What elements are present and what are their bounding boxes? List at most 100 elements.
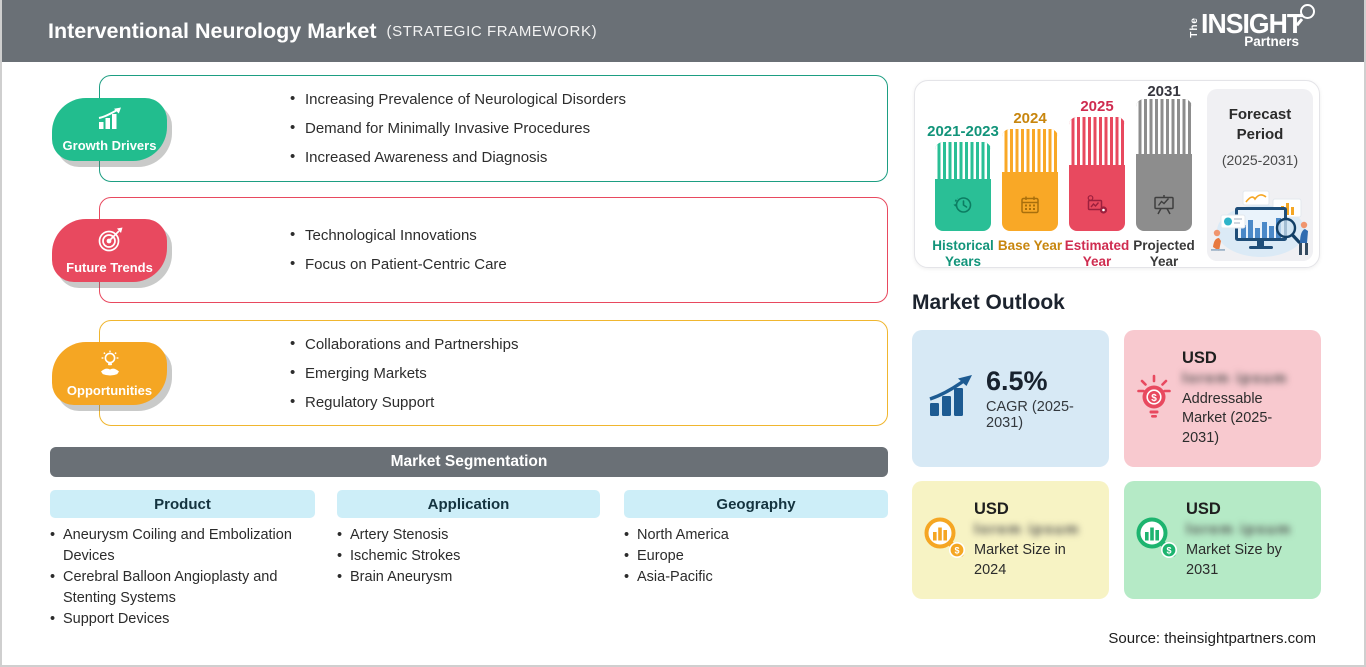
strategic-framework-slide: Interventional Neurology Market (STRATEG… (0, 0, 1366, 667)
projected-year-bar (1136, 99, 1192, 231)
list-item: Focus on Patient-Centric Care (290, 255, 867, 273)
bars-arrow-icon (928, 375, 974, 422)
magnifier-chart-dollar-icon: $ (1132, 514, 1180, 567)
framework-subtitle: (STRATEGIC FRAMEWORK) (386, 22, 598, 40)
list-item: Aneurysm Coiling and Embolization Device… (50, 525, 302, 567)
cagr-text: 6.5% CAGR (2025-2031) (986, 366, 1109, 431)
svg-text:$: $ (1166, 545, 1171, 555)
base-year-bar (1002, 129, 1058, 231)
currency-label: USD (1182, 348, 1217, 367)
opportunities-list: Collaborations and Partnerships Emerging… (290, 321, 867, 425)
logo-main: INSIGHT Partners (1201, 4, 1315, 49)
projected-year-label: Projected Year (1133, 238, 1195, 270)
addressable-market-card: $ USD lorem ipsum Addressable Market (20… (1124, 330, 1321, 467)
market-segmentation-header: Market Segmentation (50, 447, 888, 477)
projected-year-value: 2031 (1147, 83, 1181, 100)
market-segmentation-title: Market Segmentation (390, 453, 548, 470)
magnifier-icon (1300, 4, 1315, 19)
presentation-chart-icon (1152, 194, 1176, 221)
target-dart-icon (97, 227, 123, 258)
card-caption: Market Size by 2031 (1186, 541, 1282, 578)
redacted-value: lorem ipsum (974, 520, 1080, 538)
future-trends-list: Technological Innovations Focus on Patie… (290, 198, 867, 302)
research-timeline-panel: 2021-2023 2024 2025 2031 Historical Year… (914, 80, 1320, 270)
list-item: North America (624, 525, 874, 546)
forecast-period-range: (2025-2031) (1221, 152, 1299, 168)
lightbulb-hand-icon (97, 350, 123, 381)
list-item: Collaborations and Partnerships (290, 335, 867, 353)
clock-history-icon (952, 194, 974, 221)
opportunities-box: Collaborations and Partnerships Emerging… (99, 320, 888, 426)
list-item: Increased Awareness and Diagnosis (290, 148, 867, 166)
growth-drivers-list: Increasing Prevalence of Neurological Di… (290, 76, 867, 181)
card-text: USD lorem ipsum Market Size by 2031 (1186, 500, 1308, 580)
application-list: Artery Stenosis Ischemic Strokes Brain A… (337, 525, 587, 588)
estimated-year-bar (1069, 117, 1125, 231)
historical-years-label: Historical Years (932, 238, 994, 270)
segment-header-product: Product (50, 490, 315, 518)
analytics-illustration (1207, 181, 1313, 259)
bar-stripes (1002, 129, 1058, 172)
estimated-year-value: 2025 (1080, 98, 1114, 115)
badge-label: Growth Drivers (62, 137, 157, 153)
list-item: Ischemic Strokes (337, 546, 587, 567)
base-year-value: 2024 (1013, 110, 1047, 127)
list-item: Asia-Pacific (624, 567, 874, 588)
list-item: Cerebral Balloon Angioplasty and Stentin… (50, 567, 302, 609)
currency-label: USD (974, 499, 1009, 518)
geography-list: North America Europe Asia-Pacific (624, 525, 874, 588)
list-item: Demand for Minimally Invasive Procedures (290, 119, 867, 137)
estimated-year-label: Estimated Year (1064, 238, 1130, 270)
growth-drivers-badge: Growth Drivers (52, 98, 167, 161)
growth-drivers-box: Increasing Prevalence of Neurological Di… (99, 75, 888, 182)
cagr-card: 6.5% CAGR (2025-2031) (912, 330, 1109, 467)
segment-header-geography: Geography (624, 490, 888, 518)
currency-label: USD (1186, 499, 1221, 518)
market-title: Interventional Neurology Market (48, 18, 377, 43)
segment-header-application: Application (337, 490, 600, 518)
svg-text:$: $ (954, 545, 959, 555)
logo-the-text: The (1189, 17, 1201, 38)
list-item: Europe (624, 546, 874, 567)
list-item: Regulatory Support (290, 393, 867, 411)
logo-insight-text: INSIGHT (1201, 8, 1303, 39)
redacted-value: lorem ipsum (1182, 369, 1288, 387)
bar-stripes (1069, 117, 1125, 165)
redacted-value: lorem ipsum (1186, 520, 1292, 538)
page-title: Interventional Neurology Market (STRATEG… (48, 0, 597, 62)
list-item: Artery Stenosis (337, 525, 587, 546)
card-text: USD lorem ipsum Market Size in 2024 (974, 500, 1096, 580)
product-list: Aneurysm Coiling and Embolization Device… (50, 525, 302, 630)
badge-label: Opportunities (66, 382, 153, 398)
base-year-label: Base Year (997, 238, 1063, 253)
market-outlook-title: Market Outlook (912, 291, 1065, 314)
header-bar: Interventional Neurology Market (STRATEG… (2, 0, 1364, 62)
market-size-2024-card: $ USD lorem ipsum Market Size in 2024 (912, 481, 1109, 599)
badge-label: Future Trends (66, 259, 153, 275)
bar-stripes (935, 142, 991, 180)
analytics-gear-icon (1085, 194, 1109, 221)
historical-years-bar (935, 142, 991, 231)
list-item: Increasing Prevalence of Neurological Di… (290, 90, 867, 108)
insight-partners-logo: The INSIGHT Partners (1189, 4, 1315, 49)
future-trends-badge: Future Trends (52, 219, 167, 282)
forecast-period-panel: Forecast Period (2025-2031) (1207, 89, 1313, 261)
list-item: Technological Innovations (290, 226, 867, 244)
cagr-caption: CAGR (2025-2031) (986, 399, 1074, 431)
list-item: Emerging Markets (290, 364, 867, 382)
list-item: Support Devices (50, 609, 302, 630)
bulb-dollar-icon: $ (1134, 372, 1174, 425)
opportunities-badge: Opportunities (52, 342, 167, 405)
card-text: USD lorem ipsum Addressable Market (2025… (1182, 349, 1304, 449)
cagr-value: 6.5% (986, 366, 1048, 396)
future-trends-box: Technological Innovations Focus on Patie… (99, 197, 888, 303)
bar-stripes (1136, 99, 1192, 155)
svg-text:$: $ (1151, 393, 1157, 404)
market-size-2031-card: $ USD lorem ipsum Market Size by 2031 (1124, 481, 1321, 599)
source-attribution: Source: theinsightpartners.com (1108, 630, 1316, 647)
calendar-icon (1019, 194, 1041, 221)
list-item: Brain Aneurysm (337, 567, 587, 588)
card-caption: Market Size in 2024 (974, 541, 1066, 578)
historical-years-value: 2021-2023 (927, 123, 999, 140)
growth-chart-icon (96, 107, 124, 136)
